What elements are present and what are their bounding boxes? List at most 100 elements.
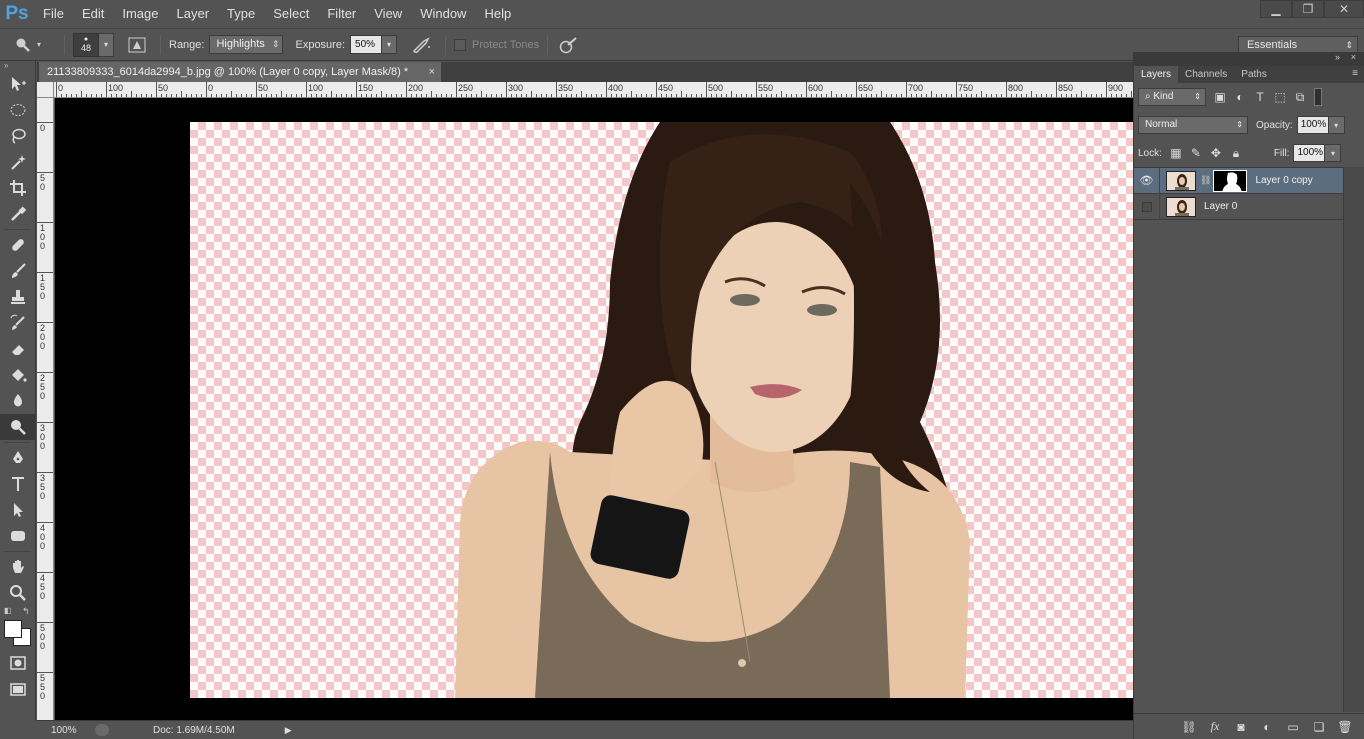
opacity-input[interactable]: 100% <box>1296 116 1329 134</box>
fill-slider-toggle[interactable]: ▾ <box>1325 144 1342 162</box>
menu-view[interactable]: View <box>365 0 411 28</box>
marquee-tool-icon[interactable] <box>0 97 36 123</box>
tab-channels[interactable]: Channels <box>1178 66 1234 83</box>
layer-visibility-toggle[interactable] <box>1134 193 1160 220</box>
brush-preset-picker[interactable]: ● 48 <box>73 32 99 57</box>
restore-button[interactable]: ❐ <box>1292 0 1324 18</box>
eyedropper-tool-icon[interactable] <box>0 201 36 227</box>
dodge-tool-icon[interactable] <box>0 414 36 440</box>
mask-link-icon[interactable]: ⛓ <box>1200 175 1211 186</box>
brush-tool-icon[interactable] <box>0 258 36 284</box>
brush-panel-toggle[interactable] <box>122 37 152 53</box>
crop-tool-icon[interactable] <box>0 175 36 201</box>
zoom-level[interactable]: 100% <box>37 725 77 736</box>
tab-layers[interactable]: Layers <box>1134 66 1179 83</box>
pressure-size-button[interactable] <box>556 36 582 54</box>
exposure-input[interactable]: 50% <box>350 35 383 54</box>
new-adjustment-layer-icon[interactable]: ◐ <box>1257 718 1277 736</box>
panel-menu-icon[interactable]: ≡ <box>1352 68 1358 79</box>
layer-style-icon[interactable]: fx <box>1205 718 1225 736</box>
fill-input[interactable]: 100% <box>1293 144 1326 162</box>
filter-type-icon[interactable]: T <box>1250 88 1270 106</box>
lock-all-icon[interactable]: 🔒︎ <box>1226 144 1246 162</box>
blur-tool-icon[interactable] <box>0 388 36 414</box>
filter-pixel-icon[interactable]: ▣ <box>1210 88 1230 106</box>
lock-transparent-icon[interactable]: ▦ <box>1166 144 1186 162</box>
menu-window[interactable]: Window <box>411 0 475 28</box>
layer-name[interactable]: Layer 0 <box>1204 201 1237 212</box>
document-canvas[interactable] <box>190 122 1133 698</box>
link-layers-icon[interactable]: ⛓ <box>1179 718 1199 736</box>
path-selection-tool-icon[interactable] <box>0 497 36 523</box>
pen-tool-icon[interactable] <box>0 445 36 471</box>
layer-row[interactable]: 👁︎ ⛓ Layer 0 copy <box>1134 167 1343 194</box>
history-brush-tool-icon[interactable] <box>0 310 36 336</box>
layer-visibility-toggle[interactable]: 👁︎ <box>1134 167 1160 194</box>
foreground-color-swatch[interactable] <box>4 620 22 638</box>
menu-image[interactable]: Image <box>113 0 167 28</box>
default-colors-icon[interactable]: ◧ <box>4 606 12 615</box>
zoom-tool-icon[interactable] <box>0 580 36 606</box>
tool-preset-picker[interactable]: ▾ <box>0 37 56 53</box>
menu-select[interactable]: Select <box>264 0 318 28</box>
close-panels-icon[interactable]: × <box>1351 52 1356 62</box>
menu-file[interactable]: File <box>34 0 73 28</box>
menu-type[interactable]: Type <box>218 0 264 28</box>
move-tool-icon[interactable] <box>0 71 36 97</box>
blend-mode-select[interactable]: Normal <box>1138 116 1248 134</box>
swap-colors-icon[interactable]: ↰ <box>22 606 30 617</box>
toolbox-divider <box>4 229 31 230</box>
magic-wand-tool-icon[interactable] <box>0 149 36 175</box>
menu-help[interactable]: Help <box>475 0 520 28</box>
minimize-button[interactable]: ▁ <box>1260 0 1292 18</box>
status-info-icon[interactable] <box>95 724 109 736</box>
range-select[interactable]: Highlights <box>209 35 284 54</box>
filter-shape-icon[interactable]: ⬚ <box>1270 88 1290 106</box>
hand-tool-icon[interactable] <box>0 554 36 580</box>
filter-smart-object-icon[interactable]: ⧉ <box>1290 88 1310 106</box>
status-menu-arrow[interactable]: ▶ <box>285 725 292 736</box>
opacity-slider-toggle[interactable]: ▾ <box>1328 116 1345 134</box>
ruler-tick <box>206 82 207 97</box>
layer-name[interactable]: Layer 0 copy <box>1255 175 1312 186</box>
tab-paths[interactable]: Paths <box>1234 66 1274 83</box>
lock-position-icon[interactable]: ✥ <box>1206 144 1226 162</box>
menu-layer[interactable]: Layer <box>168 0 219 28</box>
menu-edit[interactable]: Edit <box>73 0 113 28</box>
close-tab-icon[interactable]: × <box>429 62 435 82</box>
exposure-slider-toggle[interactable]: ▾ <box>382 35 398 54</box>
toolbox-collapse-icon[interactable]: » <box>0 61 35 71</box>
filter-kind-select[interactable]: ⌕ Kind <box>1138 88 1206 106</box>
airbrush-button[interactable] <box>407 36 437 53</box>
quick-mask-icon[interactable] <box>0 650 36 676</box>
airbrush-icon <box>412 36 431 53</box>
layer-row[interactable]: Layer 0 <box>1134 193 1343 220</box>
document-tab[interactable]: 21133809333_6014da2994_b.jpg @ 100% (Lay… <box>39 62 441 82</box>
add-mask-icon[interactable]: ◙ <box>1231 718 1251 736</box>
layers-scrollbar[interactable] <box>1343 167 1364 712</box>
screen-mode-icon[interactable] <box>0 676 36 702</box>
brush-dropdown[interactable]: ▾ <box>99 32 114 57</box>
menu-filter[interactable]: Filter <box>318 0 365 28</box>
new-layer-icon[interactable]: ❏ <box>1309 718 1329 736</box>
ruler-tick-label: 0 <box>208 83 214 93</box>
filter-adjustment-icon[interactable]: ◐ <box>1230 88 1250 106</box>
canvas-area[interactable] <box>55 98 1133 720</box>
clone-stamp-tool-icon[interactable] <box>0 284 36 310</box>
delete-layer-icon[interactable]: 🗑︎ <box>1335 718 1355 736</box>
protect-tones-label: Protect Tones <box>472 38 540 51</box>
type-tool-icon[interactable] <box>0 471 36 497</box>
shape-tool-icon[interactable] <box>0 523 36 549</box>
close-button[interactable]: ✕ <box>1324 0 1364 18</box>
eraser-tool-icon[interactable] <box>0 336 36 362</box>
healing-brush-tool-icon[interactable] <box>0 232 36 258</box>
paint-bucket-tool-icon[interactable] <box>0 362 36 388</box>
lock-image-icon[interactable]: ✎ <box>1186 144 1206 162</box>
layer-mask-thumbnail[interactable] <box>1213 169 1248 192</box>
hidden-eye-icon <box>1141 201 1152 212</box>
collapse-panels-icon[interactable]: » <box>1335 52 1340 62</box>
filter-toggle[interactable] <box>1314 88 1322 106</box>
lasso-tool-icon[interactable] <box>0 123 36 149</box>
protect-tones-checkbox[interactable] <box>454 38 467 51</box>
new-group-icon[interactable]: ▭ <box>1283 718 1303 736</box>
